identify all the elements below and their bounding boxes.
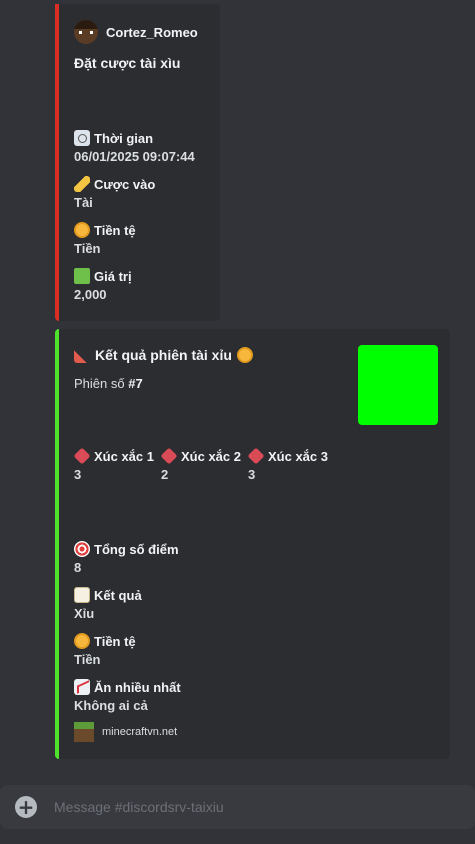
field-value: Tài	[74, 195, 93, 210]
session-description: Phiên số #7	[74, 376, 143, 391]
field-currency: Tiền tệ Tiền	[74, 632, 136, 667]
coin-icon	[236, 347, 253, 363]
field-total: Tổng số điểm 8	[74, 540, 179, 575]
result-title: Kết quả phiên tài xỉu	[95, 347, 232, 363]
embed-author: Cortez_Romeo	[74, 20, 198, 44]
coin-icon	[74, 633, 90, 649]
party-popper-icon	[74, 347, 90, 363]
footer-text: minecraftvn.net	[102, 726, 178, 738]
embed-footer: minecraftvn.net	[74, 722, 177, 742]
field-name: Tổng số điểm	[94, 541, 179, 557]
field-name: Cược vào	[94, 176, 156, 192]
field-name: Xúc xắc 1	[94, 448, 154, 464]
add-attachment-button[interactable]: +	[15, 796, 37, 818]
field-bet-on: Cược vào Tài	[74, 175, 155, 210]
field-time: Thời gian 06/01/2025 09:07:44	[74, 129, 195, 164]
dice-field-3: Xúc xắc 3 3	[247, 447, 329, 482]
dice-icon	[73, 447, 91, 465]
field-value: 2	[161, 467, 169, 482]
dice-fields: Xúc xắc 1 3 Xúc xắc 2 2 Xúc xắc 3 3	[73, 447, 329, 482]
field-value: 3	[248, 467, 256, 482]
field-name: Thời gian	[94, 130, 154, 146]
target-icon	[74, 541, 90, 557]
field-amount: Giá trị 2,000	[74, 267, 132, 302]
session-number: #7	[128, 376, 143, 391]
field-currency: Tiền tệ Tiền	[74, 221, 136, 256]
field-value: Không ai cả	[74, 698, 148, 713]
pencil-icon	[74, 176, 90, 192]
clock-icon	[74, 130, 90, 146]
field-value: Tiền	[74, 652, 101, 667]
field-value: 3	[74, 467, 82, 482]
dice-icon	[247, 447, 265, 465]
field-name: Ăn nhiều nhất	[94, 679, 181, 695]
embed-thumbnail[interactable]	[358, 345, 438, 425]
field-value: 8	[74, 560, 82, 575]
field-value: Xỉu	[74, 606, 95, 621]
field-value: 2,000	[74, 287, 107, 302]
field-value: Tiền	[74, 241, 101, 256]
field-name: Xúc xắc 3	[268, 448, 328, 464]
embed-title: Kết quả phiên tài xỉu	[74, 347, 253, 363]
player-avatar-icon	[74, 20, 98, 44]
result-embed: Kết quả phiên tài xỉu Phiên số #7 Xúc xắ…	[55, 329, 450, 759]
field-name: Xúc xắc 2	[181, 448, 241, 464]
author-name: Cortez_Romeo	[106, 24, 198, 40]
dice-icon	[160, 447, 178, 465]
field-name: Giá trị	[94, 268, 132, 284]
coin-icon	[74, 222, 90, 238]
field-name: Tiền tệ	[94, 222, 136, 238]
money-icon	[74, 268, 90, 284]
bet-embed: Cortez_Romeo Đặt cược tài xìu Thời gian …	[55, 4, 220, 321]
chart-increasing-icon	[74, 679, 90, 695]
grass-block-icon	[74, 722, 94, 742]
field-top-winner: Ăn nhiều nhất Không ai cả	[74, 678, 181, 713]
dice-field-2: Xúc xắc 2 2	[160, 447, 242, 482]
session-label: Phiên số	[74, 376, 125, 391]
message-input[interactable]: Message #discordsrv-taixiu	[54, 799, 224, 815]
memo-icon	[74, 587, 90, 603]
embed-title: Đặt cược tài xìu	[74, 55, 181, 71]
field-name: Tiền tệ	[94, 633, 136, 649]
field-result: Kết quả Xỉu	[74, 586, 142, 621]
message-composer[interactable]: + Message #discordsrv-taixiu	[0, 785, 475, 829]
field-value: 06/01/2025 09:07:44	[74, 149, 195, 164]
field-name: Kết quả	[94, 587, 142, 603]
dice-field-1: Xúc xắc 1 3	[73, 447, 155, 482]
